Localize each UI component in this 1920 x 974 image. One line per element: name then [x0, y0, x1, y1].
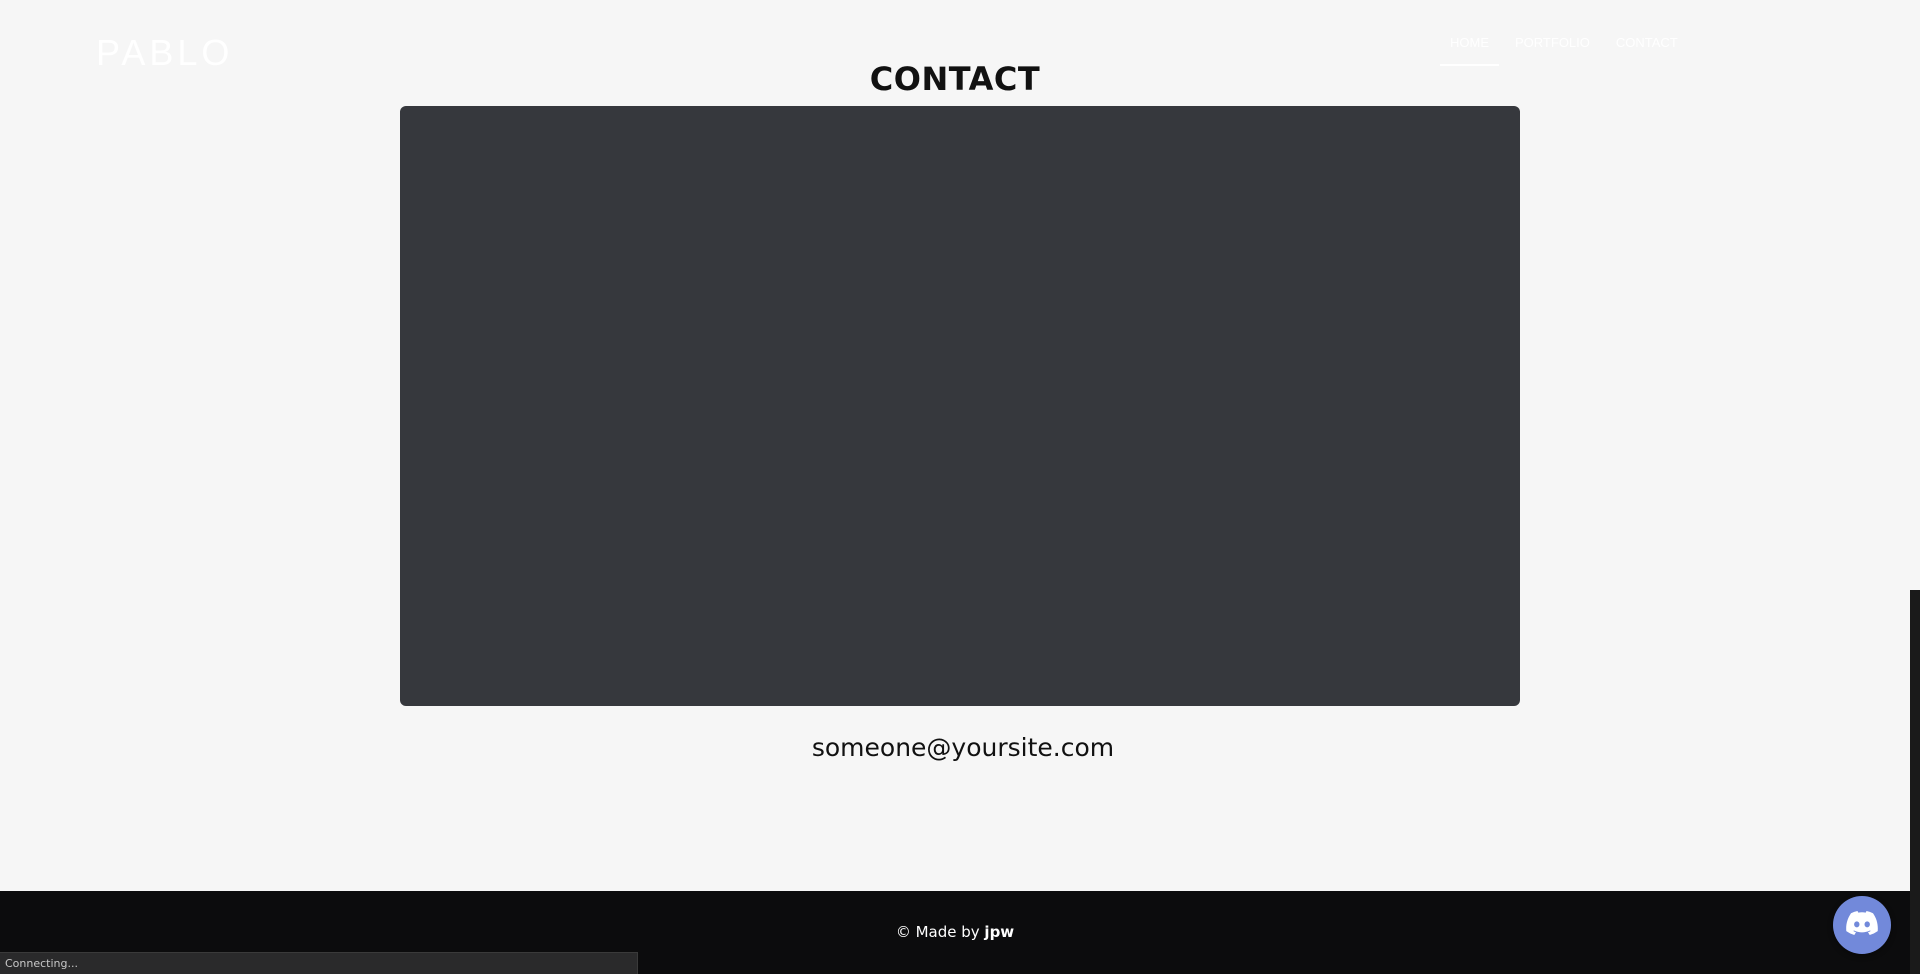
- browser-status-bar: Connecting...: [0, 952, 638, 974]
- scrollbar-thumb[interactable]: [1910, 590, 1920, 974]
- contact-email[interactable]: someone@yoursite.com: [0, 733, 1920, 762]
- page: PABLO HOME PORTFOLIO CONTACT CONTACT som…: [0, 0, 1920, 974]
- footer-credit: © Made by jpw: [0, 923, 1910, 941]
- footer-credit-prefix: © Made by: [895, 923, 985, 941]
- contact-panel: [400, 106, 1520, 706]
- discord-button[interactable]: [1833, 896, 1891, 954]
- discord-icon: [1846, 911, 1878, 939]
- footer-author: jpw: [984, 923, 1015, 941]
- page-title: CONTACT: [869, 60, 1041, 98]
